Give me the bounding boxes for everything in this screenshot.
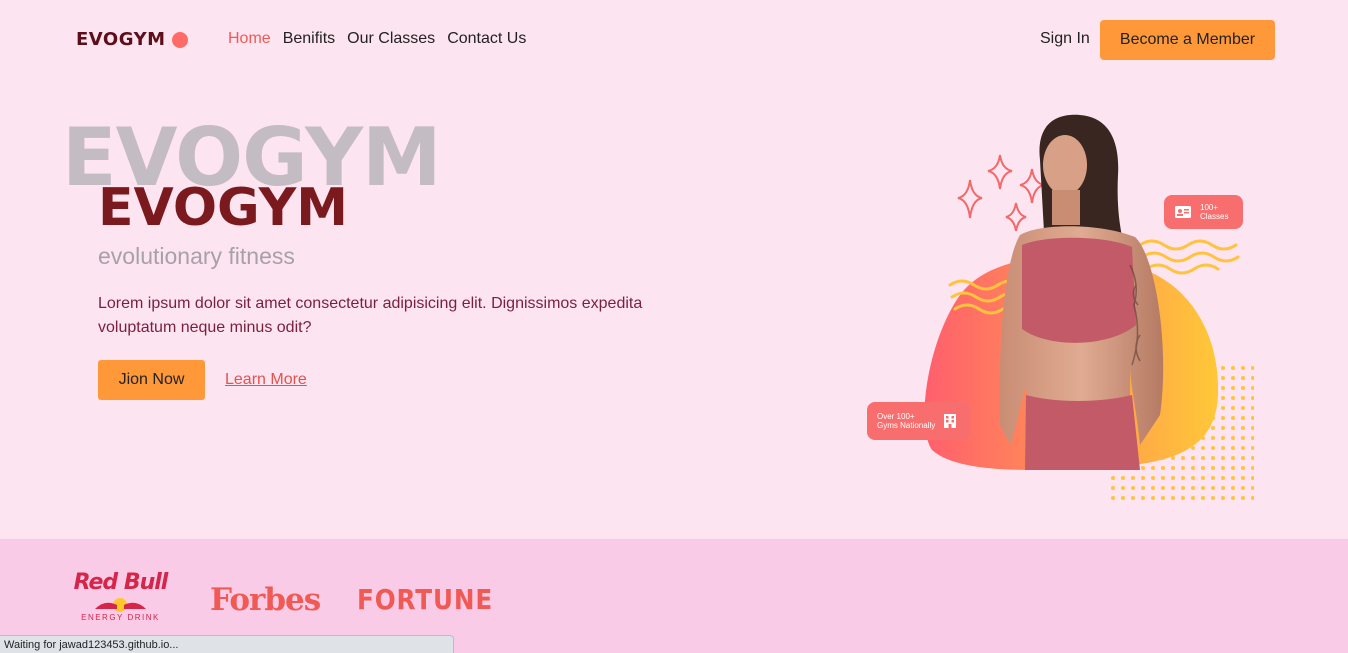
redbull-logo: Red Bull ENERGY DRINK	[73, 570, 169, 622]
nav-link-classes[interactable]: Our Classes	[347, 30, 435, 48]
join-now-button[interactable]: Jion Now	[98, 360, 205, 400]
fortune-logo: FORTUNE	[357, 583, 494, 616]
nav-link-home[interactable]: Home	[228, 30, 271, 48]
gyms-badge: Over 100+ Gyms Nationally	[867, 402, 970, 440]
main-nav: Home Benifits Our Classes Contact Us	[228, 30, 526, 48]
classes-badge-count: 100+	[1200, 203, 1219, 212]
gyms-badge-label: Gyms Nationally	[877, 421, 936, 430]
learn-more-link[interactable]: Learn More	[225, 371, 307, 389]
hero-subtitle: evolutionary fitness	[98, 243, 295, 269]
redbull-name: Red Bull	[73, 570, 169, 595]
gyms-badge-count: Over 100+	[877, 412, 915, 421]
brand-name: EVOGYM	[76, 29, 166, 50]
classes-badge-label: Classes	[1200, 212, 1229, 221]
id-card-icon	[1175, 206, 1191, 218]
become-member-button[interactable]: Become a Member	[1100, 20, 1275, 60]
nav-link-benefits[interactable]: Benifits	[283, 30, 335, 48]
hero-description: Lorem ipsum dolor sit amet consectetur a…	[98, 295, 643, 336]
brand-logo[interactable]: EVOGYM	[76, 29, 188, 50]
building-icon	[944, 414, 957, 428]
hero-illustration	[924, 114, 1254, 500]
browser-status-bar: Waiting for jawad123453.github.io...	[0, 635, 454, 653]
sparkle-icons	[957, 154, 1045, 232]
hero-graphic: 100+ Classes Over 100+ Gyms Nationally	[840, 85, 1280, 515]
forbes-logo: Forbes	[210, 582, 321, 618]
bulls-icon	[95, 598, 146, 612]
nav-link-contact[interactable]: Contact Us	[447, 30, 526, 48]
sign-in-link[interactable]: Sign In	[1040, 30, 1090, 48]
classes-badge: 100+ Classes	[1164, 195, 1243, 229]
brand-dot	[171, 31, 188, 48]
hero-title: EVOGYM	[98, 178, 348, 238]
